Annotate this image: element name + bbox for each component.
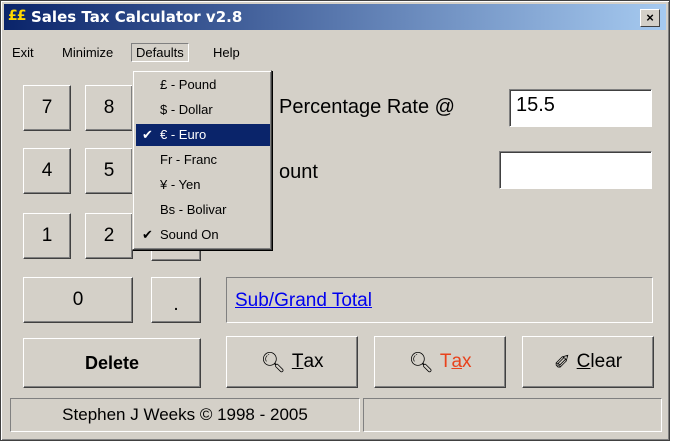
clear-label: lear — [590, 351, 623, 372]
remove-tax-button[interactable]: 🔍︎ Tax — [374, 336, 506, 388]
checkmark-icon: ✔ — [142, 227, 153, 242]
defaults-dropdown: £ - Pound $ - Dollar ✔ € - Euro Fr - Fra… — [132, 70, 272, 250]
magnifier-plus-icon: 🔍︎ — [260, 351, 286, 374]
menu-help[interactable]: Help — [209, 44, 244, 61]
title-bar[interactable]: ££ Sales Tax Calculator v2.8 × — [4, 4, 666, 30]
total-panel: Sub/Grand Total — [226, 277, 653, 323]
checkmark-icon: ✔ — [142, 127, 153, 142]
close-button[interactable]: × — [640, 9, 660, 27]
menu-exit-label: Exit — [12, 45, 34, 60]
close-icon: × — [646, 10, 654, 25]
remove-tax-rest: x — [462, 351, 472, 372]
key-7[interactable]: 7 — [23, 85, 71, 131]
app-window: ££ Sales Tax Calculator v2.8 × Exit Mini… — [0, 0, 670, 441]
menu-bar: Exit Minimize Defaults Help — [4, 33, 666, 67]
dd-pound-label: £ - Pound — [160, 77, 217, 92]
app-icon: ££ — [8, 8, 27, 24]
key-8-label: 8 — [103, 97, 115, 118]
key-2-label: 2 — [103, 225, 115, 246]
clear-button[interactable]: ✐ Clear — [522, 336, 654, 388]
dd-bolivar-label: Bs - Bolivar — [160, 202, 227, 217]
dd-franc-label: Fr - Franc — [160, 152, 218, 167]
key-decimal[interactable]: . — [151, 277, 201, 323]
dd-item-dollar[interactable]: $ - Dollar — [136, 99, 270, 121]
menu-exit[interactable]: Exit — [8, 44, 38, 61]
delete-button[interactable]: Delete — [23, 338, 201, 388]
rate-input[interactable]: 15.5 — [509, 89, 652, 127]
total-link[interactable]: Sub/Grand Total — [235, 290, 372, 312]
eraser-icon: ✐ — [553, 351, 571, 374]
key-0[interactable]: 0 — [23, 277, 133, 323]
key-1[interactable]: 1 — [23, 213, 71, 259]
key-2[interactable]: 2 — [85, 213, 133, 259]
add-tax-mnemonic: T — [291, 351, 304, 372]
amount-input[interactable] — [499, 151, 652, 189]
dd-yen-label: ¥ - Yen — [160, 177, 201, 192]
key-7-label: 7 — [41, 97, 53, 118]
key-decimal-label: . — [173, 294, 179, 315]
magnifier-minus-icon: 🔍︎ — [408, 351, 434, 374]
add-tax-label: ax — [303, 351, 324, 372]
dd-item-euro[interactable]: ✔ € - Euro — [136, 124, 270, 146]
dd-euro-label: € - Euro — [160, 127, 207, 142]
status-extra — [363, 398, 662, 432]
menu-defaults[interactable]: Defaults — [131, 43, 189, 62]
add-tax-button[interactable]: 🔍︎ Tax — [226, 336, 358, 388]
dd-item-sound[interactable]: ✔ Sound On — [136, 224, 270, 246]
remove-tax-first: T — [439, 351, 452, 372]
rate-label: Percentage Rate @ — [279, 96, 455, 118]
menu-defaults-label: Defaults — [136, 45, 184, 60]
dd-dollar-label: $ - Dollar — [160, 102, 213, 117]
dd-item-yen[interactable]: ¥ - Yen — [136, 174, 270, 196]
dd-item-bolivar[interactable]: Bs - Bolivar — [136, 199, 270, 221]
amount-label: ount — [279, 161, 318, 183]
key-8[interactable]: 8 — [85, 85, 133, 131]
clear-mnemonic: C — [576, 351, 591, 372]
remove-tax-mnemonic: a — [451, 351, 463, 372]
status-bar: Stephen J Weeks © 1998 - 2005 — [10, 398, 662, 434]
dd-item-pound[interactable]: £ - Pound — [136, 74, 270, 96]
dd-sound-label: Sound On — [160, 227, 219, 242]
key-5[interactable]: 5 — [85, 148, 133, 194]
dd-item-franc[interactable]: Fr - Franc — [136, 149, 270, 171]
key-1-label: 1 — [41, 225, 53, 246]
menu-minimize-label: Minimize — [62, 45, 114, 60]
status-copyright: Stephen J Weeks © 1998 - 2005 — [10, 398, 360, 432]
key-4[interactable]: 4 — [23, 148, 71, 194]
key-4-label: 4 — [41, 160, 53, 181]
menu-help-label: Help — [213, 45, 240, 60]
key-5-label: 5 — [103, 160, 115, 181]
window-title: Sales Tax Calculator v2.8 — [31, 8, 243, 26]
menu-minimize[interactable]: Minimize — [58, 44, 117, 61]
key-0-label: 0 — [72, 289, 84, 310]
delete-label: Delete — [84, 352, 140, 373]
